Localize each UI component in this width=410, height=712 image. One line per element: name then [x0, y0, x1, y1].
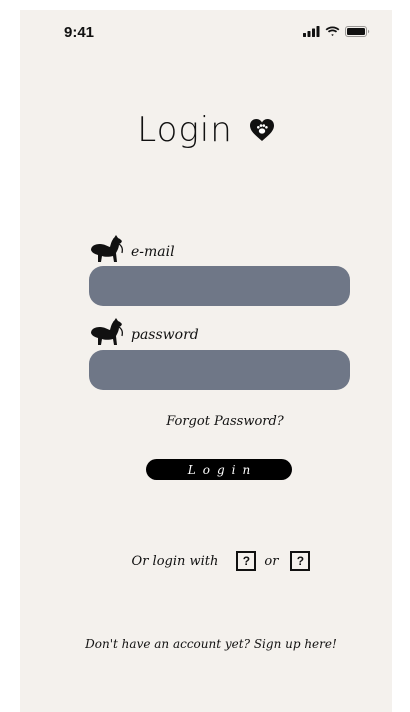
login-screen: 9:41 Login e-mail password Forgot Passwo…: [20, 10, 392, 712]
password-field[interactable]: [89, 350, 350, 390]
email-label: e-mail: [131, 244, 175, 260]
social-login-separator: or: [264, 553, 279, 569]
battery-icon: [345, 26, 370, 37]
page-title: Login: [137, 110, 233, 150]
paw-heart-icon: [249, 119, 274, 141]
password-label-row: password: [89, 317, 199, 347]
social-login-option-1[interactable]: ?: [236, 551, 257, 571]
signal-icon: [303, 26, 320, 37]
social-login-option-2[interactable]: ?: [290, 551, 311, 571]
social-login-prefix: Or login with: [131, 553, 219, 569]
email-field[interactable]: [89, 266, 350, 306]
dog-icon: [91, 235, 123, 262]
password-label: password: [131, 327, 199, 343]
forgot-password-link[interactable]: Forgot Password?: [20, 414, 392, 429]
social-login-row: Or login with ? or ?: [20, 551, 392, 571]
status-bar: 9:41: [20, 10, 392, 54]
status-icons: [303, 26, 370, 37]
title-row: Login: [20, 110, 392, 150]
signup-link[interactable]: Don't have an account yet? Sign up here!: [20, 637, 392, 651]
dog-icon: [91, 318, 123, 345]
wifi-icon: [325, 26, 340, 36]
email-label-row: e-mail: [89, 234, 175, 264]
login-button[interactable]: Login: [146, 459, 292, 480]
status-time: 9:41: [64, 24, 95, 41]
